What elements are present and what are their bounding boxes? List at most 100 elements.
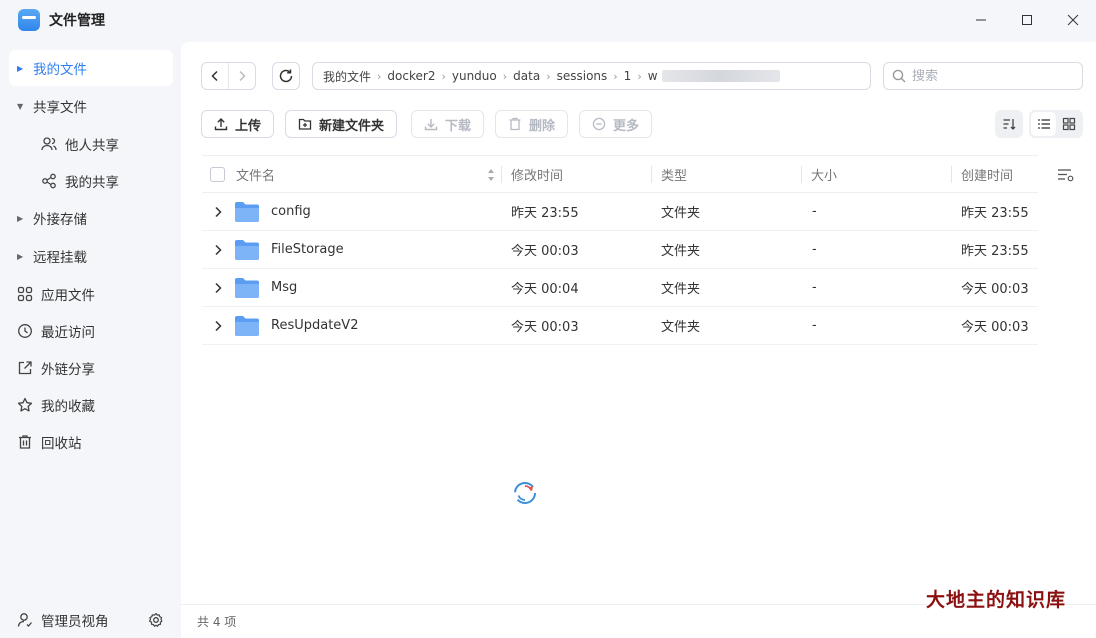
- modified-time: 今天 00:03: [511, 320, 579, 335]
- list-view-button[interactable]: [1031, 112, 1056, 136]
- column-header-type[interactable]: 类型: [661, 156, 687, 193]
- sidebar-item-trash[interactable]: 回收站: [9, 424, 173, 460]
- column-settings-button[interactable]: [1056, 165, 1076, 185]
- sidebar-item-my-files[interactable]: ▶ 我的文件: [9, 50, 173, 86]
- sidebar-item-my-shares[interactable]: 我的共享: [9, 163, 173, 199]
- sidebar-item-external-storage[interactable]: ▶ 外接存储: [9, 200, 173, 236]
- file-name[interactable]: Msg: [271, 269, 297, 306]
- select-all-checkbox[interactable]: [210, 156, 225, 193]
- file-name[interactable]: config: [271, 193, 311, 230]
- new-folder-button[interactable]: 新建文件夹: [285, 110, 398, 138]
- expand-chevron-icon[interactable]: [214, 269, 222, 306]
- delete-label: 删除: [529, 118, 556, 134]
- delete-button[interactable]: 删除: [495, 110, 569, 138]
- folder-icon: [234, 231, 260, 268]
- back-button[interactable]: [202, 63, 229, 89]
- breadcrumb-item[interactable]: 1: [624, 69, 632, 83]
- chevron-right-icon: [239, 70, 246, 82]
- trash-icon: [17, 434, 33, 450]
- column-header-label: 创建时间: [961, 169, 1014, 184]
- search-box[interactable]: [883, 62, 1083, 90]
- column-header-label: 文件名: [236, 169, 276, 184]
- sidebar-item-remote-mount[interactable]: ▶ 远程挂载: [9, 238, 173, 274]
- title-bar: 文件管理: [0, 0, 1096, 40]
- minimize-button[interactable]: [958, 0, 1004, 40]
- expand-chevron-icon[interactable]: [214, 193, 222, 230]
- sort-button[interactable]: [995, 110, 1023, 138]
- redacted-path-segment: [661, 70, 780, 82]
- column-divider[interactable]: [801, 166, 802, 183]
- created-time: 今天 00:03: [961, 282, 1029, 297]
- table-row[interactable]: config 昨天 23:55 文件夹 - 昨天 23:55: [202, 193, 1038, 231]
- caret-down-icon: ▼: [17, 101, 24, 111]
- admin-view-toggle[interactable]: 管理员视角: [41, 610, 109, 630]
- column-header-modified[interactable]: 修改时间: [511, 156, 563, 193]
- column-divider[interactable]: [651, 166, 652, 183]
- breadcrumb-item-current[interactable]: w: [648, 69, 658, 83]
- sidebar-item-label: 我的收藏: [41, 399, 95, 415]
- breadcrumb-item[interactable]: sessions: [557, 69, 608, 83]
- column-header-label: 修改时间: [511, 169, 564, 184]
- sidebar-item-shared-files[interactable]: ▼ 共享文件: [9, 88, 173, 124]
- search-icon: [892, 69, 906, 83]
- sidebar-item-label: 回收站: [41, 436, 82, 452]
- table-row[interactable]: FileStorage 今天 00:03 文件夹 - 昨天 23:55: [202, 231, 1038, 269]
- column-header-name[interactable]: 文件名: [236, 156, 275, 193]
- file-name[interactable]: ResUpdateV2: [271, 307, 358, 344]
- column-header-size[interactable]: 大小: [811, 156, 837, 193]
- sidebar-item-shared-by-others[interactable]: 他人共享: [9, 126, 173, 162]
- settings-button[interactable]: [148, 612, 164, 628]
- history-nav-group: [201, 62, 256, 90]
- file-type: 文件夹: [661, 320, 701, 335]
- search-input[interactable]: [912, 68, 1062, 84]
- sidebar-item-label: 他人共享: [65, 138, 119, 154]
- sidebar-item-favorites[interactable]: 我的收藏: [9, 387, 173, 423]
- folder-icon: [234, 307, 260, 344]
- breadcrumb-item[interactable]: 我的文件: [323, 68, 371, 85]
- sidebar-footer: 管理员视角: [0, 602, 181, 638]
- breadcrumb-item[interactable]: data: [513, 69, 540, 83]
- file-type: 文件夹: [661, 206, 701, 221]
- breadcrumb[interactable]: 我的文件 › docker2 › yunduo › data › session…: [312, 62, 871, 90]
- upload-label: 上传: [235, 118, 262, 134]
- column-divider[interactable]: [501, 166, 502, 183]
- window-title: 文件管理: [49, 13, 105, 29]
- refresh-button[interactable]: [272, 62, 300, 90]
- close-button[interactable]: [1050, 0, 1096, 40]
- maximize-button[interactable]: [1004, 0, 1050, 40]
- table-row[interactable]: ResUpdateV2 今天 00:03 文件夹 - 今天 00:03: [202, 307, 1038, 345]
- grid-view-button[interactable]: [1056, 112, 1081, 136]
- file-table: 文件名 修改时间 类型 大小 创建时间 config 昨天 23:55 文件夹 …: [202, 155, 1038, 345]
- download-button[interactable]: 下载: [411, 110, 485, 138]
- column-header-created[interactable]: 创建时间: [961, 156, 1013, 193]
- created-time: 昨天 23:55: [961, 244, 1029, 259]
- expand-chevron-icon[interactable]: [214, 307, 222, 344]
- column-sort-toggle[interactable]: [487, 156, 495, 193]
- sidebar-item-label: 应用文件: [41, 288, 95, 304]
- breadcrumb-item[interactable]: docker2: [387, 69, 435, 83]
- breadcrumb-item[interactable]: yunduo: [452, 69, 497, 83]
- created-time: 今天 00:03: [961, 320, 1029, 335]
- forward-button[interactable]: [229, 63, 255, 89]
- modified-time: 今天 00:03: [511, 244, 579, 259]
- sidebar-item-link-share[interactable]: 外链分享: [9, 350, 173, 386]
- file-name[interactable]: FileStorage: [271, 231, 344, 268]
- more-label: 更多: [613, 118, 640, 134]
- more-button[interactable]: 更多: [579, 110, 653, 138]
- sidebar-item-label: 共享文件: [33, 100, 87, 116]
- column-divider[interactable]: [951, 166, 952, 183]
- download-icon: [424, 117, 438, 131]
- refresh-icon: [279, 69, 293, 83]
- folder-icon: [234, 193, 260, 230]
- minimize-icon: [976, 19, 986, 21]
- table-row[interactable]: Msg 今天 00:04 文件夹 - 今天 00:03: [202, 269, 1038, 307]
- expand-chevron-icon[interactable]: [214, 231, 222, 268]
- trash-icon: [508, 117, 522, 131]
- chevron-right-icon: ›: [377, 69, 382, 83]
- grid-apps-icon: [17, 286, 33, 302]
- sidebar-item-recent[interactable]: 最近访问: [9, 313, 173, 349]
- upload-button[interactable]: 上传: [201, 110, 275, 138]
- sort-arrows-icon: [488, 168, 494, 181]
- sidebar-item-label: 最近访问: [41, 325, 95, 341]
- sidebar-item-app-files[interactable]: 应用文件: [9, 276, 173, 312]
